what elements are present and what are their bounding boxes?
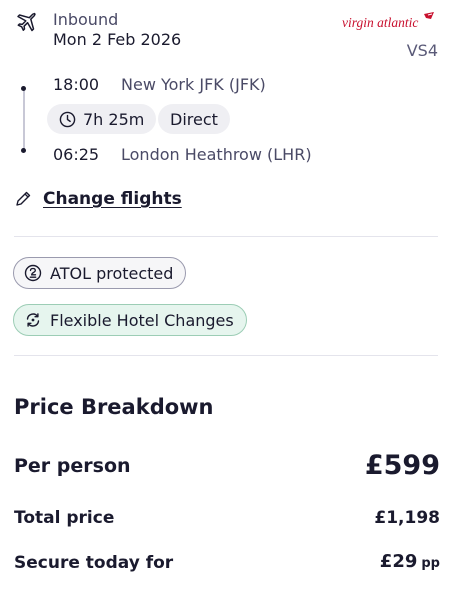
- change-flights-link[interactable]: Change flights: [43, 188, 182, 210]
- stops-text: Direct: [170, 109, 218, 129]
- plane-icon: [17, 12, 36, 32]
- per-person-label: Per person: [14, 455, 131, 477]
- flexible-text: Flexible Hotel Changes: [50, 310, 234, 330]
- timeline-dot-arrival: [21, 148, 26, 153]
- total-price-value: £1,198: [374, 508, 440, 528]
- duration-pill: 7h 25m: [47, 104, 157, 134]
- duration-text: 7h 25m: [83, 109, 145, 129]
- arrival-time: 06:25: [53, 145, 100, 164]
- price-breakdown-heading: Price Breakdown: [14, 395, 214, 419]
- flexible-badge: Flexible Hotel Changes: [13, 304, 247, 336]
- airline-logo: virgin atlantic: [342, 12, 434, 30]
- secure-today-value: £29 pp: [380, 550, 440, 576]
- flexible-icon: [26, 313, 40, 327]
- flight-date: Mon 2 Feb 2026: [53, 30, 182, 49]
- clock-icon: [59, 111, 76, 127]
- airline-logo-text: virgin atlantic: [342, 15, 418, 30]
- departure-time: 18:00: [53, 75, 100, 94]
- divider: [14, 236, 438, 237]
- departure-airport: New York JFK (JFK): [121, 75, 266, 94]
- total-price-label: Total price: [14, 508, 115, 528]
- stops-pill: Direct: [158, 104, 230, 134]
- pencil-icon[interactable]: [14, 190, 32, 208]
- per-person-price: £599: [364, 450, 440, 481]
- per-person-suffix: pp: [421, 556, 440, 571]
- secure-amount: £29: [379, 551, 418, 572]
- timeline-line: [23, 88, 25, 150]
- atol-icon: [24, 264, 42, 282]
- atol-text: ATOL protected: [50, 263, 174, 283]
- timeline-dot-departure: [21, 86, 26, 91]
- secure-today-label: Secure today for: [14, 553, 174, 573]
- atol-badge: ATOL protected: [13, 257, 187, 289]
- flight-direction: Inbound: [53, 10, 119, 29]
- flight-code: VS4: [406, 41, 438, 60]
- divider: [14, 355, 438, 356]
- arrival-airport: London Heathrow (LHR): [121, 145, 312, 164]
